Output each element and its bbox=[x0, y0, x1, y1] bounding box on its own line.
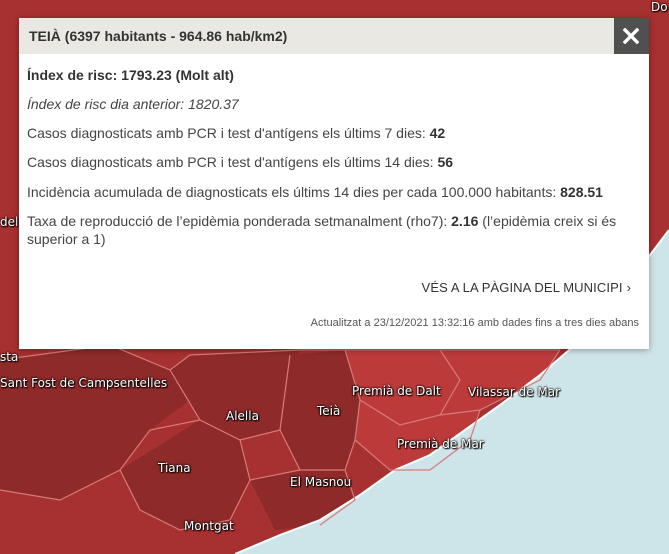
cases-14-days-row: Casos diagnosticats amb PCR i test d'ant… bbox=[27, 153, 639, 171]
map-label-premia-de-dalt: Premià de Dalt bbox=[352, 384, 441, 398]
rho7-label: Taxa de reproducció de l’epidèmia ponder… bbox=[27, 213, 448, 229]
close-x-icon bbox=[623, 28, 639, 44]
map-label-el-masnou: El Masnou bbox=[290, 475, 352, 489]
risk-index-value: 1793.23 bbox=[121, 67, 172, 83]
risk-index-category: (Molt alt) bbox=[175, 67, 234, 83]
map-label-sta: sta bbox=[0, 350, 19, 364]
risk-previous-value: 1820.37 bbox=[188, 96, 239, 112]
risk-index-label: Índex de risc: bbox=[27, 67, 118, 83]
cases-7-days-row: Casos diagnosticats amb PCR i test d'ant… bbox=[27, 124, 639, 142]
rho7-row: Taxa de reproducció de l’epidèmia ponder… bbox=[27, 212, 639, 248]
municipality-page-link[interactable]: VÉS A LA PÀGINA DEL MUNICIPI › bbox=[422, 280, 631, 295]
cases-14-label: Casos diagnosticats amb PCR i test d'ant… bbox=[27, 154, 434, 170]
map-label-montgat: Montgat bbox=[184, 519, 234, 533]
map-label-do: Do bbox=[651, 0, 668, 14]
map-label-teia: Teià bbox=[317, 404, 341, 418]
incidence-value: 828.51 bbox=[560, 184, 603, 200]
popup-title: TEIÀ (6397 habitants - 964.86 hab/km2) bbox=[19, 18, 614, 54]
cases-7-value: 42 bbox=[429, 125, 446, 141]
map-label-sant-fost: Sant Fost de Campsentelles bbox=[0, 376, 168, 390]
incidence-row: Incidència acumulada de diagnosticats el… bbox=[27, 183, 639, 201]
risk-previous-label: Índex de risc dia anterior: bbox=[27, 96, 185, 112]
municipality-popup: TEIÀ (6397 habitants - 964.86 hab/km2) Í… bbox=[19, 18, 649, 349]
incidence-label: Incidència acumulada de diagnosticats el… bbox=[27, 184, 557, 200]
map-label-alella: Alella bbox=[226, 409, 259, 423]
municipality-link-label: VÉS A LA PÀGINA DEL MUNICIPI bbox=[421, 280, 623, 295]
updated-timestamp: Actualitzat a 23/12/2021 13:32:16 amb da… bbox=[310, 317, 639, 329]
popup-body: Índex de risc: 1793.23 (Molt alt) Índex … bbox=[27, 58, 639, 248]
risk-index-previous-row: Índex de risc dia anterior: 1820.37 bbox=[27, 95, 639, 113]
cases-14-value: 56 bbox=[437, 154, 454, 170]
risk-index-row: Índex de risc: 1793.23 (Molt alt) bbox=[27, 66, 639, 84]
rho7-value: 2.16 bbox=[451, 213, 479, 229]
map-label-vilassar-de-mar: Vilassar de Mar bbox=[468, 385, 561, 399]
map-label-tiana: Tiana bbox=[158, 461, 191, 475]
chevron-right-icon: › bbox=[626, 280, 631, 295]
cases-7-label: Casos diagnosticats amb PCR i test d'ant… bbox=[27, 125, 426, 141]
map-label-premia-de-mar: Premià de Mar bbox=[397, 437, 484, 451]
popup-close-button[interactable] bbox=[614, 18, 649, 54]
